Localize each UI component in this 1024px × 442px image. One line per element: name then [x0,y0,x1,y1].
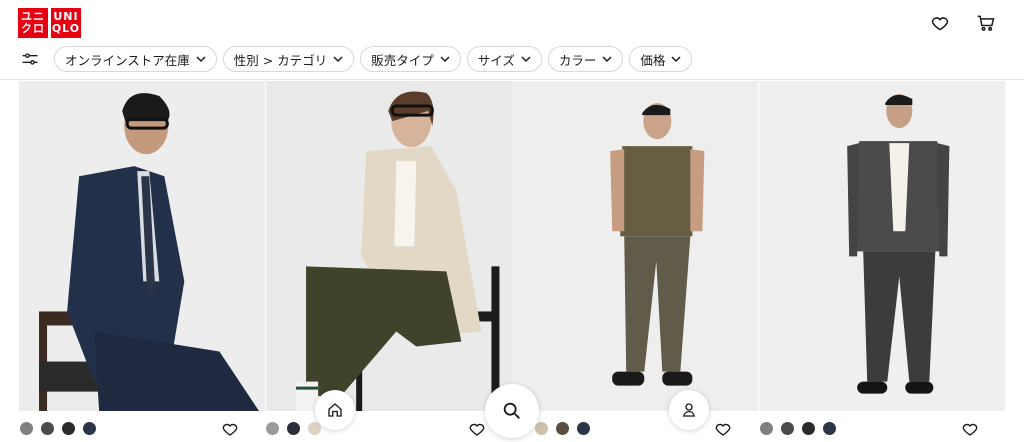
color-swatch[interactable] [556,422,569,435]
cart-icon[interactable] [976,13,996,37]
filter-settings-icon[interactable] [18,47,42,71]
uniqlo-logo[interactable]: ユニ クロ UNI QLO [18,8,81,38]
heart-icon[interactable] [468,420,486,438]
chevron-down-icon [521,56,531,63]
product-card[interactable] [265,81,513,411]
logo-latin: UNI QLO [51,8,81,38]
heart-icon[interactable] [930,13,950,37]
logo-katakana: ユニ クロ [18,8,48,38]
home-button[interactable] [315,390,355,430]
color-swatch[interactable] [266,422,279,435]
account-icon [682,403,696,417]
color-swatch[interactable] [760,422,773,435]
color-swatches [535,422,590,435]
color-swatch[interactable] [287,422,300,435]
home-icon [328,403,342,417]
filter-label: 販売タイプ [371,52,434,68]
filter-price[interactable]: 価格 [629,46,693,72]
product-grid [19,81,1005,411]
filter-bar: オンラインストア在庫 性別 > カテゴリ 販売タイプ サイズ カラー 価格 [18,46,693,72]
product-photo [758,81,1005,411]
filter-color[interactable]: カラー [547,46,624,72]
filter-label: オンラインストア在庫 [65,52,190,68]
account-button[interactable] [669,390,709,430]
color-swatch[interactable] [802,422,815,435]
color-swatches [760,422,836,435]
color-swatch[interactable] [535,422,548,435]
product-card[interactable] [512,81,759,411]
color-swatch[interactable] [62,422,75,435]
chevron-down-icon [671,56,681,63]
heart-icon[interactable] [961,420,979,438]
color-swatches [266,422,321,435]
color-swatch[interactable] [41,422,54,435]
color-swatch[interactable] [20,422,33,435]
search-button[interactable] [485,384,539,438]
color-swatch[interactable] [83,422,96,435]
filter-label: 価格 [640,52,666,68]
color-swatch[interactable] [577,422,590,435]
color-swatch[interactable] [823,422,836,435]
filter-sales-type[interactable]: 販売タイプ [360,46,461,72]
search-icon [503,402,520,419]
product-photo [512,81,759,411]
filter-label: 性別 > カテゴリ [233,52,328,68]
heart-icon[interactable] [221,420,239,438]
filter-gender-category[interactable]: 性別 > カテゴリ [222,46,355,72]
color-swatch[interactable] [308,422,321,435]
color-swatch[interactable] [781,422,794,435]
filter-online-stock[interactable]: オンラインストア在庫 [54,46,217,72]
heart-icon[interactable] [714,420,732,438]
color-swatches [20,422,96,435]
product-card[interactable] [19,81,266,411]
product-photo [19,81,266,411]
filter-label: カラー [558,52,597,68]
chevron-down-icon [602,56,612,63]
product-card[interactable] [758,81,1006,411]
top-bar: ユニ クロ UNI QLO オンラインストア在庫 性別 > カテゴリ 販売タイプ… [0,0,1024,80]
filter-size[interactable]: サイズ [466,46,542,72]
chevron-down-icon [333,56,343,63]
filter-label: サイズ [477,52,515,68]
chevron-down-icon [196,56,206,63]
chevron-down-icon [440,56,450,63]
product-photo [265,81,512,411]
